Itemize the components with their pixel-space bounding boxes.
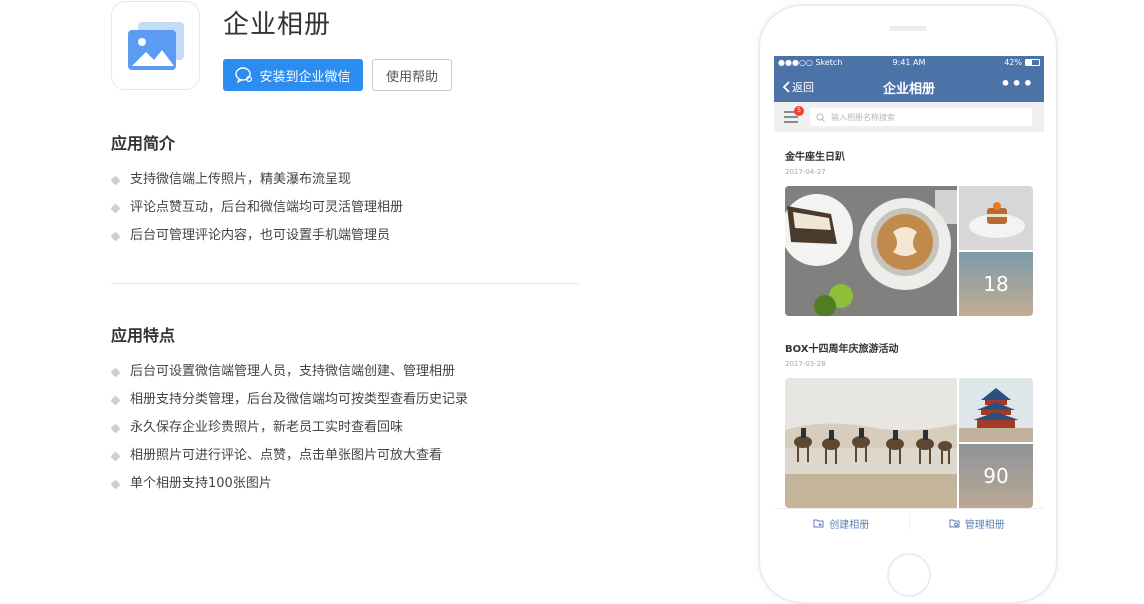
list-item: 支持微信端上传照片，精美瀑布流呈现 xyxy=(110,166,403,194)
bullet-icon xyxy=(110,479,121,489)
bullet-icon xyxy=(110,423,121,433)
features-list: 后台可设置微信端管理人员，支持微信端创建、管理相册 相册支持分类管理，后台及微信… xyxy=(110,358,468,498)
folder-settings-icon xyxy=(949,519,960,528)
bullet-icon xyxy=(110,451,121,461)
album-date: 2017-03-28 xyxy=(785,360,826,368)
battery-label: 42% xyxy=(1004,58,1022,67)
phone-home-button xyxy=(887,553,931,597)
photo-album-icon xyxy=(128,22,184,70)
search-placeholder: 输入相册名称搜索 xyxy=(831,112,895,122)
cake-photo[interactable] xyxy=(959,186,1033,250)
nav-bar: 返回 企业相册 ••• xyxy=(774,70,1044,102)
app-icon xyxy=(111,1,200,90)
status-bar: ●●●○○ Sketch 9:41 AM 42% xyxy=(774,56,1044,70)
battery-icon xyxy=(1025,59,1040,66)
create-album-button[interactable]: 创建相册 xyxy=(774,509,909,536)
album-photo-grid[interactable]: 90 xyxy=(785,378,1033,508)
more-photos-count: 90 xyxy=(983,464,1009,488)
list-item: 后台可设置微信端管理人员，支持微信端创建、管理相册 xyxy=(110,358,468,386)
coffee-photo[interactable] xyxy=(785,186,957,316)
search-input[interactable]: 输入相册名称搜索 xyxy=(810,108,1032,126)
bullet-icon xyxy=(110,367,121,377)
notification-badge: 5 xyxy=(794,106,804,116)
phone-speaker xyxy=(889,26,927,31)
search-icon xyxy=(816,113,825,122)
section-divider xyxy=(111,283,579,284)
list-item: 单个相册支持100张图片 xyxy=(110,470,468,498)
album-title: BOX十四周年庆旅游活动 xyxy=(785,344,899,355)
bullet-icon xyxy=(110,203,121,213)
more-photos-count: 18 xyxy=(983,272,1009,296)
bottom-toolbar: 创建相册 管理相册 xyxy=(774,508,1044,536)
album-photo-grid[interactable]: 18 xyxy=(785,186,1033,316)
intro-list: 支持微信端上传照片，精美瀑布流呈现 评论点赞互动，后台和微信端均可灵活管理相册 … xyxy=(110,166,403,250)
album-title: 金牛座生日趴 xyxy=(785,152,845,163)
manage-album-button[interactable]: 管理相册 xyxy=(910,509,1045,536)
install-to-wecom-button[interactable]: 安装到企业微信 xyxy=(223,59,363,91)
temple-of-heaven-photo[interactable] xyxy=(959,378,1033,442)
list-item: 相册照片可进行评论、点赞，点击单张图片可放大查看 xyxy=(110,442,468,470)
more-icon[interactable]: ••• xyxy=(1000,74,1034,93)
install-button-label: 安装到企业微信 xyxy=(259,69,351,85)
folder-add-icon xyxy=(813,519,824,528)
list-item: 相册支持分类管理，后台及微信端均可按类型查看历史记录 xyxy=(110,386,468,414)
more-photos-tile[interactable]: 18 xyxy=(959,252,1033,316)
list-item: 评论点赞互动，后台和微信端均可灵活管理相册 xyxy=(110,194,403,222)
app-title: 企业相册 xyxy=(223,10,332,40)
search-row: 5 输入相册名称搜索 xyxy=(774,102,1044,132)
album-date: 2017-04-27 xyxy=(785,168,826,176)
bullet-icon xyxy=(110,231,121,241)
wecom-icon xyxy=(235,67,253,83)
more-photos-tile[interactable]: 90 xyxy=(959,444,1033,508)
intro-heading: 应用简介 xyxy=(111,134,176,153)
features-heading: 应用特点 xyxy=(111,326,176,345)
bullet-icon xyxy=(110,395,121,405)
list-item: 后台可管理评论内容，也可设置手机端管理员 xyxy=(110,222,403,250)
camel-caravan-photo[interactable] xyxy=(785,378,957,508)
list-item: 永久保存企业珍贵照片，新老员工实时查看回味 xyxy=(110,414,468,442)
bullet-icon xyxy=(110,175,121,185)
help-button[interactable]: 使用帮助 xyxy=(372,59,452,91)
phone-screen: ●●●○○ Sketch 9:41 AM 42% 返回 企业相册 ••• 5 输… xyxy=(774,56,1044,536)
